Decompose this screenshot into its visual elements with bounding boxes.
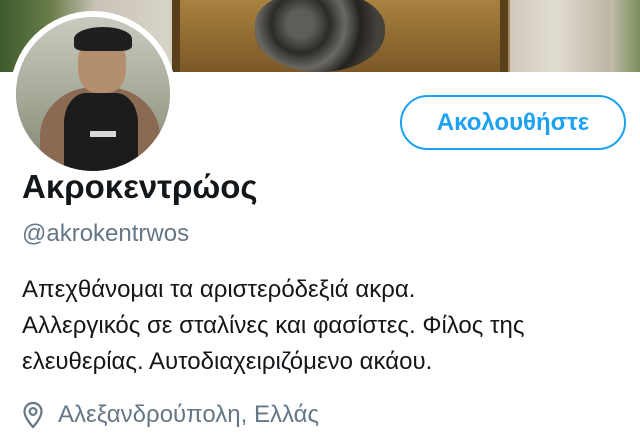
location-text: Αλεξανδρούπολη, Ελλάς: [58, 401, 320, 428]
follow-button[interactable]: Ακολουθήστε: [400, 95, 626, 150]
display-name: Ακροκεντρώος: [22, 168, 258, 205]
profile-bio: Απεχθάνομαι τα αριστερόδεξιά ακρα. Αλλερ…: [22, 272, 632, 380]
banner-pillar: [510, 0, 610, 72]
bio-line: ελευθερίας. Αυτοδιαχειριζόμενο ακάου.: [22, 348, 433, 375]
avatar[interactable]: [10, 11, 176, 177]
profile-location: Αλεξανδρούπολη, Ελλάς: [22, 398, 319, 432]
location-pin-icon: [23, 401, 43, 429]
user-handle: @akrokentrwos: [22, 220, 190, 247]
bio-line: Αλλεργικός σε σταλίνες και φασίστες. Φίλ…: [22, 312, 525, 339]
bio-line: Απεχθάνομαι τα αριστερόδεξιά ακρα.: [22, 276, 416, 303]
